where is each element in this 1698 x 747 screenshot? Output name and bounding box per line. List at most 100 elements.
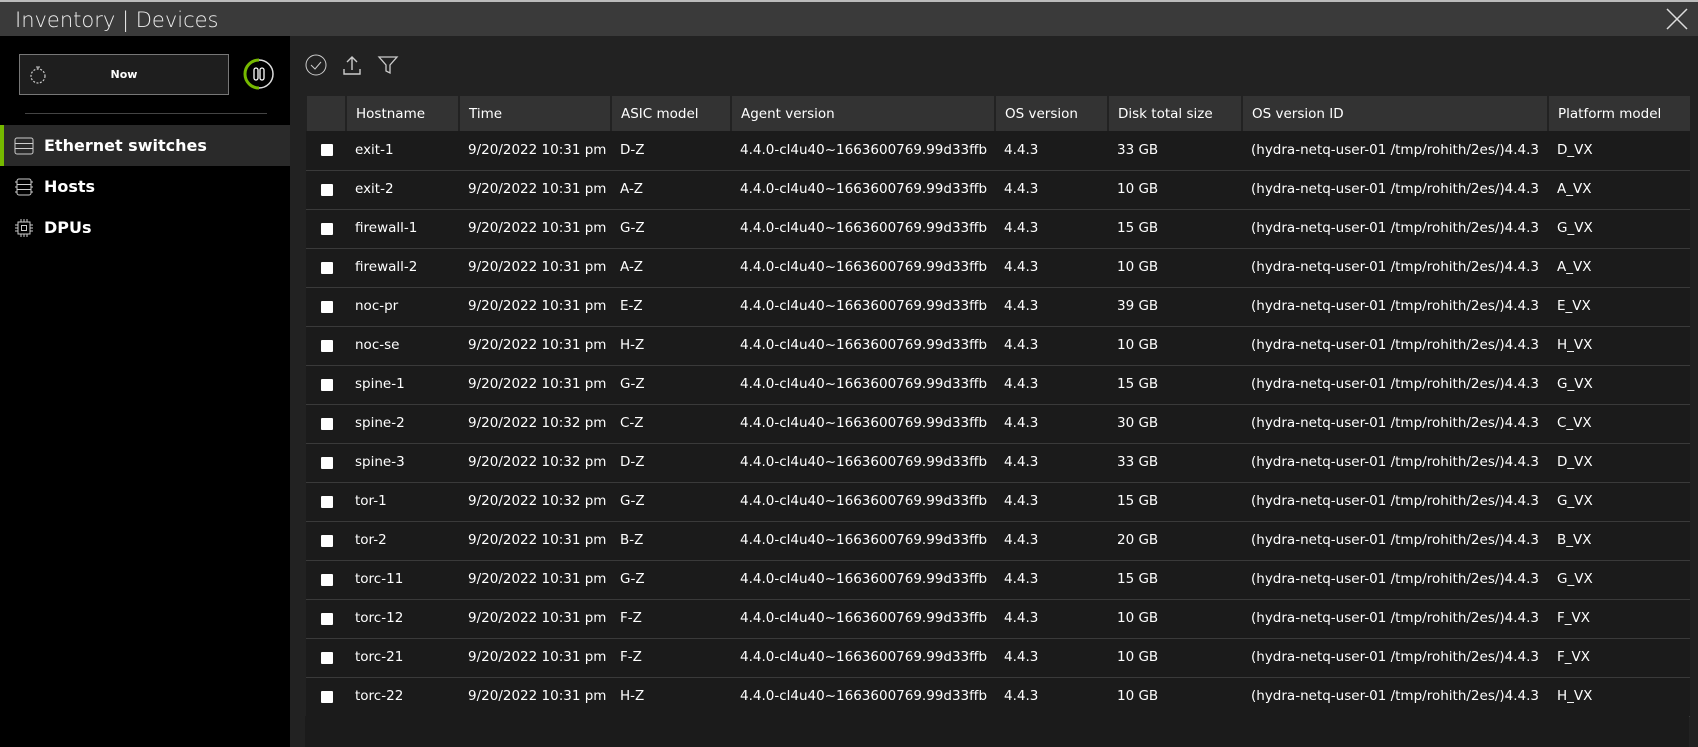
table-row[interactable]: tor-2 9/20/2022 10:31 pm B-Z 4.4.0-cl4u40~1… [306,521,1690,561]
row-checkbox-cell [306,599,346,639]
table-cell: (hydra-netq-user-01 /tmp/rohith/2es/)4.4… [1242,248,1548,288]
row-checkbox[interactable] [321,261,333,274]
row-checkbox[interactable] [321,456,333,469]
table-cell: 4.4.0-cl4u40~1663600769.99d33ffb [731,677,995,717]
table-cell: 9/20/2022 10:31 pm [459,638,611,678]
devices-table: Hostname Time ASIC model Agent version OS ve… [305,96,1690,717]
column-header[interactable]: OS version [994,96,1108,131]
row-checkbox[interactable] [321,300,333,313]
table-cell: 9/20/2022 10:32 pm [459,404,611,444]
row-checkbox[interactable] [321,144,333,157]
table-cell: 4.4.3 [995,482,1108,522]
table-cell: H-Z [611,326,731,366]
row-checkbox-cell [306,560,346,600]
table-cell: 10 GB [1108,599,1242,639]
table-cell: (hydra-netq-user-01 /tmp/rohith/2es/)4.4… [1242,560,1548,600]
sidebar-item-dpus[interactable]: DPUs [0,207,290,248]
table-cell: noc-se [346,326,459,366]
table-row[interactable]: tor-1 9/20/2022 10:32 pm G-Z 4.4.0-cl4u40~1… [306,482,1690,522]
table-cell: D-Z [611,443,731,483]
row-checkbox[interactable] [321,612,333,625]
table-cell: 4.4.0-cl4u40~1663600769.99d33ffb [731,560,995,600]
row-checkbox[interactable] [321,378,333,391]
select-all-icon[interactable] [305,54,327,76]
table-cell: 15 GB [1108,482,1242,522]
row-checkbox-cell [306,677,346,717]
column-header[interactable]: ASIC model [610,96,731,131]
table-row[interactable]: noc-pr 9/20/2022 10:31 pm E-Z 4.4.0-cl4u40~… [306,287,1690,327]
table-cell: G-Z [611,482,731,522]
row-checkbox[interactable] [321,534,333,547]
table-cell: (hydra-netq-user-01 /tmp/rohith/2es/)4.4… [1242,209,1548,249]
table-row[interactable]: spine-2 9/20/2022 10:32 pm C-Z 4.4.0-cl4u40… [306,404,1690,444]
table-row[interactable]: spine-3 9/20/2022 10:32 pm D-Z 4.4.0-cl4u40… [306,443,1690,483]
row-checkbox-cell [306,365,346,405]
table-cell: 30 GB [1108,404,1242,444]
table-cell: (hydra-netq-user-01 /tmp/rohith/2es/)4.4… [1242,131,1548,171]
table-row[interactable]: torc-12 9/20/2022 10:31 pm F-Z 4.4.0-cl4u40… [306,599,1690,639]
table-cell: (hydra-netq-user-01 /tmp/rohith/2es/)4.4… [1242,599,1548,639]
table-cell: 4.4.3 [995,404,1108,444]
row-checkbox-cell [306,170,346,210]
table-row[interactable]: torc-21 9/20/2022 10:31 pm F-Z 4.4.0-cl4u40… [306,638,1690,678]
table-cell: B_VX [1548,521,1690,561]
table-cell: 4.4.3 [995,170,1108,210]
table-cell: 9/20/2022 10:32 pm [459,482,611,522]
row-checkbox[interactable] [321,183,333,196]
row-checkbox[interactable] [321,573,333,586]
table-cell: firewall-2 [346,248,459,288]
table-cell: H_VX [1548,677,1690,717]
table-cell: 15 GB [1108,365,1242,405]
table-row[interactable]: spine-1 9/20/2022 10:31 pm G-Z 4.4.0-cl4u40… [306,365,1690,405]
server-icon [15,178,33,195]
table-cell: torc-11 [346,560,459,600]
table-row[interactable]: torc-11 9/20/2022 10:31 pm G-Z 4.4.0-cl4u40… [306,560,1690,600]
table-row[interactable]: noc-se 9/20/2022 10:31 pm H-Z 4.4.0-cl4u40~… [306,326,1690,366]
table-cell: F-Z [611,638,731,678]
column-header[interactable]: Agent version [730,96,995,131]
export-icon[interactable] [341,54,363,76]
row-checkbox[interactable] [321,651,333,664]
table-cell: A_VX [1548,248,1690,288]
column-header[interactable]: Platform model [1547,96,1690,131]
table-cell: 4.4.0-cl4u40~1663600769.99d33ffb [731,599,995,639]
table-cell: 15 GB [1108,209,1242,249]
table-cell: 9/20/2022 10:31 pm [459,170,611,210]
column-header[interactable]: OS version ID [1241,96,1548,131]
table-cell: 4.4.0-cl4u40~1663600769.99d33ffb [731,326,995,366]
filter-icon[interactable] [377,54,399,76]
table-cell: G-Z [611,560,731,600]
table-cell: 9/20/2022 10:31 pm [459,677,611,717]
table-cell: torc-21 [346,638,459,678]
table-cell: 4.4.3 [995,521,1108,561]
table-cell: (hydra-netq-user-01 /tmp/rohith/2es/)4.4… [1242,404,1548,444]
time-label: Now [110,68,138,81]
table-cell: (hydra-netq-user-01 /tmp/rohith/2es/)4.4… [1242,482,1548,522]
column-header[interactable]: Hostname [345,96,459,131]
row-checkbox[interactable] [321,339,333,352]
column-header[interactable]: Disk total size [1107,96,1242,131]
sidebar-item-ethernet-switches[interactable]: Ethernet switches [0,125,290,166]
table-cell: 4.4.0-cl4u40~1663600769.99d33ffb [731,443,995,483]
row-checkbox[interactable] [321,222,333,235]
table-row[interactable]: exit-1 9/20/2022 10:31 pm D-Z 4.4.0-cl4u40~… [306,131,1690,171]
table-cell: G_VX [1548,365,1690,405]
sidebar-item-hosts[interactable]: Hosts [0,166,290,207]
table-row[interactable]: exit-2 9/20/2022 10:31 pm A-Z 4.4.0-cl4u40~… [306,170,1690,210]
close-icon[interactable] [1664,6,1690,32]
row-checkbox[interactable] [321,417,333,430]
switch-icon [14,137,34,154]
row-checkbox[interactable] [321,690,333,703]
table-cell: 4.4.0-cl4u40~1663600769.99d33ffb [731,521,995,561]
table-cell: G_VX [1548,482,1690,522]
table-cell: noc-pr [346,287,459,327]
pause-refresh-icon[interactable] [243,58,275,90]
divider [25,113,267,114]
table-row[interactable]: firewall-1 9/20/2022 10:31 pm G-Z 4.4.0-cl4… [306,209,1690,249]
column-header[interactable]: Time [458,96,611,131]
table-row[interactable]: torc-22 9/20/2022 10:31 pm H-Z 4.4.0-cl4u40… [306,677,1690,717]
table-row[interactable]: firewall-2 9/20/2022 10:31 pm A-Z 4.4.0-cl4… [306,248,1690,288]
row-checkbox[interactable] [321,495,333,508]
time-picker-button[interactable]: Now [19,54,229,95]
row-checkbox-cell [306,131,346,171]
